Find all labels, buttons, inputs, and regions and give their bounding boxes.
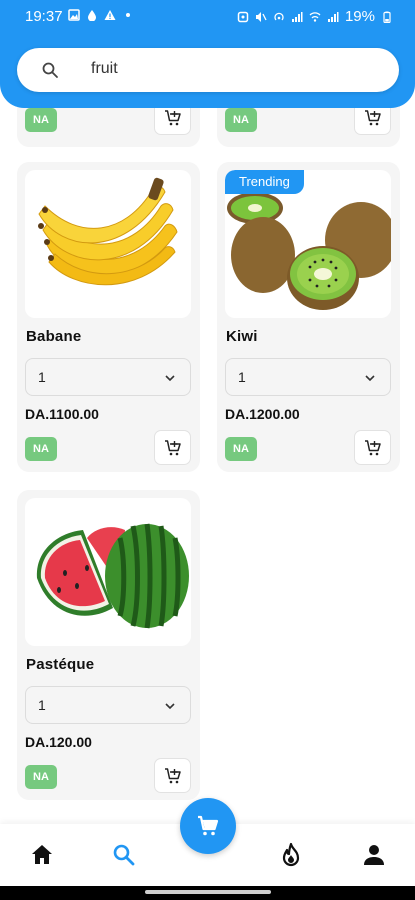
search-icon [113, 844, 135, 866]
person-icon [364, 845, 384, 865]
bananas-image[interactable] [25, 170, 191, 318]
product-price: DA.1100.00 [25, 406, 99, 422]
header: 19:37 19% fruit [0, 0, 415, 108]
quantity-select[interactable]: 1 [225, 358, 391, 396]
status-right: 19% [237, 8, 393, 25]
nav-trending[interactable] [278, 842, 304, 868]
add-cart-icon [165, 440, 181, 456]
nav-profile[interactable] [361, 842, 387, 868]
drop-icon [88, 10, 96, 21]
quantity-select[interactable]: 1 [25, 686, 191, 724]
add-cart-icon [365, 440, 381, 456]
chevron-down-icon [165, 703, 175, 710]
home-icon [32, 845, 52, 864]
product-price: DA.1200.00 [225, 406, 300, 422]
kiwi-image[interactable]: Trending [225, 170, 391, 318]
status-time: 19:37 [25, 8, 63, 25]
mute-icon [255, 11, 267, 22]
cart-icon [198, 815, 219, 836]
watermelon-illustration [36, 523, 189, 629]
signal-icon [327, 11, 339, 22]
search-input[interactable]: fruit [17, 48, 399, 92]
fire-icon [282, 842, 300, 867]
availability-badge: NA [225, 437, 257, 461]
watermelon-image[interactable] [25, 498, 191, 646]
product-name: Pastéque [26, 656, 95, 673]
battery-text: 19% [344, 8, 375, 25]
product-name: Kiwi [226, 328, 258, 345]
system-gesture-bar [0, 886, 415, 900]
trending-tag: Trending [225, 170, 304, 194]
quantity-select[interactable]: 1 [25, 358, 191, 396]
quantity-value: 1 [238, 369, 246, 385]
cart-fab-button[interactable] [180, 798, 236, 854]
dot-icon [126, 13, 130, 17]
nav-search[interactable] [111, 842, 137, 868]
hotspot-icon [274, 12, 284, 20]
add-to-cart-button[interactable] [154, 430, 191, 465]
wifi-icon [309, 11, 321, 22]
availability-badge: NA [25, 437, 57, 461]
add-cart-icon [365, 110, 381, 126]
add-cart-icon [165, 110, 181, 126]
app-screen: 19:37 19% fruit NA NA Babane 1 DA.1100.0… [0, 0, 415, 900]
status-bar: 19:37 19% [0, 0, 415, 34]
home-indicator[interactable] [145, 890, 271, 894]
bananas-illustration [38, 177, 178, 286]
signal-icon [291, 11, 303, 22]
availability-badge: NA [225, 108, 257, 132]
quantity-value: 1 [38, 369, 46, 385]
availability-badge: NA [25, 108, 57, 132]
product-card[interactable]: Babane 1 DA.1100.00 NA [17, 162, 200, 472]
add-cart-icon [165, 768, 181, 784]
image-icon [68, 9, 80, 21]
add-to-cart-button[interactable] [154, 758, 191, 793]
nav-home[interactable] [29, 842, 55, 868]
status-left-icons [68, 9, 134, 21]
chevron-down-icon [365, 375, 375, 382]
product-card[interactable]: Pastéque 1 DA.120.00 NA [17, 490, 200, 800]
product-card[interactable]: Trending Kiwi 1 DA.1200.00 NA [217, 162, 400, 472]
alarm-icon [237, 11, 249, 22]
warning-icon [104, 10, 116, 20]
product-price: DA.120.00 [25, 734, 92, 750]
product-name: Babane [26, 328, 82, 345]
battery-icon [383, 11, 391, 23]
search-value[interactable]: fruit [91, 60, 118, 78]
quantity-value: 1 [38, 697, 46, 713]
availability-badge: NA [25, 765, 57, 789]
add-to-cart-button[interactable] [354, 430, 391, 465]
chevron-down-icon [165, 375, 175, 382]
search-icon[interactable] [41, 61, 59, 79]
